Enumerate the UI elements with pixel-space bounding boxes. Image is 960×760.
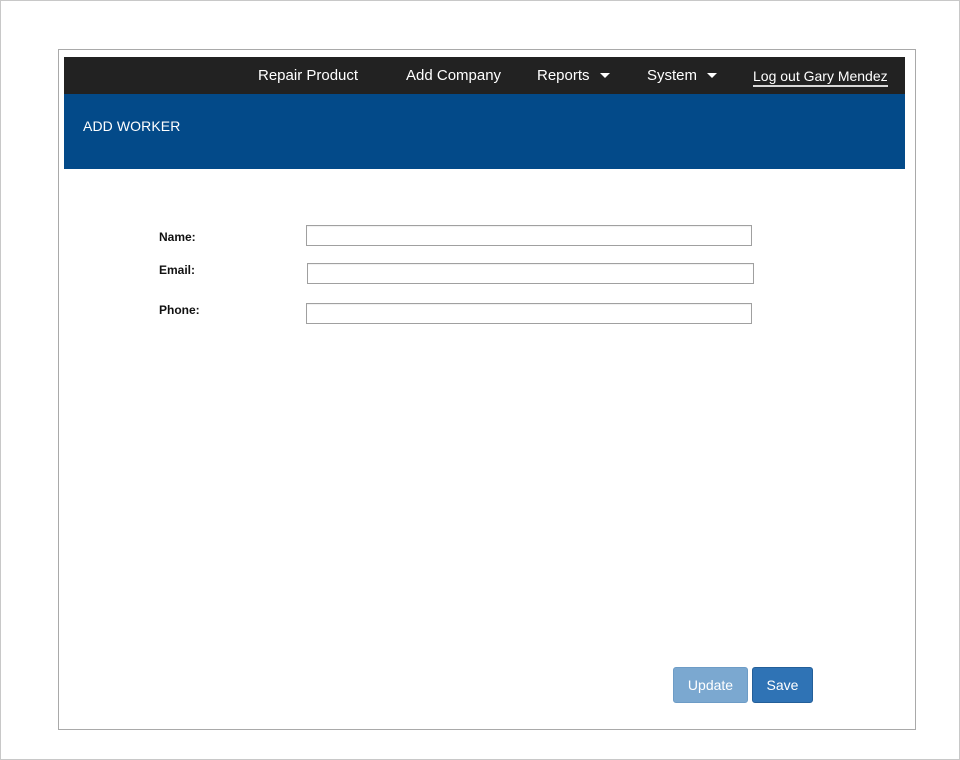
save-button[interactable]: Save: [752, 667, 813, 703]
nav-add-company-label: Add Company: [406, 67, 502, 84]
phone-label: Phone:: [159, 303, 200, 317]
top-navbar: Repair Product Add Company Reports Syste…: [64, 57, 905, 94]
email-field[interactable]: [307, 263, 754, 284]
name-label: Name:: [159, 230, 196, 244]
nav-system-dropdown[interactable]: System: [647, 57, 718, 94]
page-title: ADD WORKER: [83, 118, 181, 134]
chevron-down-icon: [707, 72, 718, 78]
nav-add-company[interactable]: Add Company: [406, 57, 501, 94]
logout-link[interactable]: Log out Gary Mendez: [753, 57, 888, 94]
update-button[interactable]: Update: [673, 667, 748, 703]
logout-label: Log out Gary Mendez: [753, 68, 888, 87]
email-label: Email:: [159, 263, 196, 277]
phone-field[interactable]: [306, 303, 752, 324]
nav-repair-product[interactable]: Repair Product: [258, 57, 358, 94]
page-header: ADD WORKER: [64, 94, 905, 169]
nav-reports-dropdown[interactable]: Reports: [537, 57, 610, 94]
chevron-down-icon: [599, 72, 610, 78]
nav-system-label: System: [647, 67, 698, 84]
nav-repair-product-label: Repair Product: [258, 67, 359, 84]
name-field[interactable]: [306, 225, 752, 246]
nav-reports-label: Reports: [537, 67, 590, 84]
